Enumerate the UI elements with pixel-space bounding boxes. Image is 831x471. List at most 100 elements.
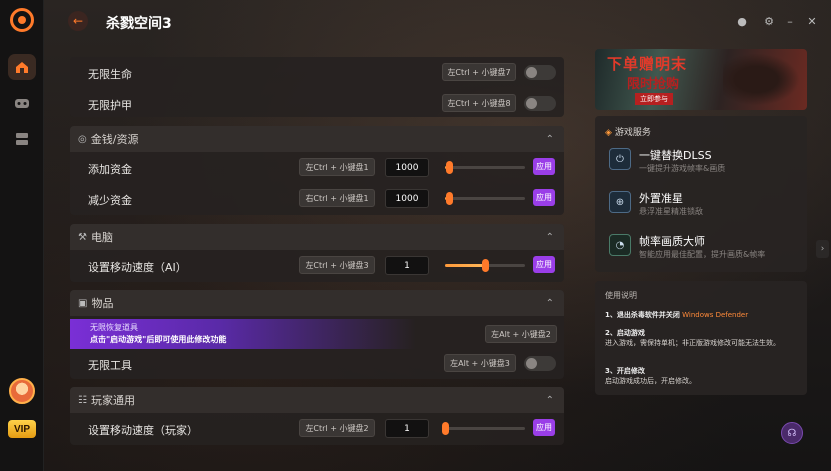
cheat-row-infinite-tools: 无限工具 左Alt + 小键盘3 bbox=[70, 348, 564, 379]
section-title: 玩家通用 bbox=[90, 394, 135, 407]
section-title: 电脑 bbox=[90, 231, 113, 244]
slider-handle[interactable] bbox=[446, 192, 453, 205]
home-icon[interactable] bbox=[8, 54, 36, 80]
section-title: 物品 bbox=[91, 297, 114, 310]
service-item-dlss[interactable]: ⏻ 一键替换DLSS 一键提升游戏帧率&画质 bbox=[609, 146, 799, 180]
section-header[interactable]: ⚒ 电脑 ⌃ bbox=[70, 224, 564, 250]
services-title: ◈ 游戏服务 bbox=[605, 125, 651, 138]
back-button[interactable]: ← bbox=[68, 11, 88, 31]
section-title: 金钱/资源 bbox=[90, 133, 139, 146]
value-input[interactable]: 1000 bbox=[385, 158, 429, 177]
close-icon[interactable]: ✕ bbox=[805, 14, 819, 28]
toggle-switch[interactable] bbox=[524, 65, 556, 80]
step-title: 2、启动游戏 bbox=[605, 329, 645, 337]
value-input[interactable]: 1000 bbox=[385, 189, 429, 208]
value-slider[interactable] bbox=[445, 259, 525, 272]
step-text: 进入游戏，需保持单机；非正版游戏修改可能无法生效。 bbox=[605, 339, 780, 347]
cheat-row-player-speed: 设置移动速度（玩家） 左Ctrl + 小键盘2 1 应用 bbox=[70, 413, 564, 444]
instruction-step-2: 2、启动游戏 进入游戏，需保持单机；非正版游戏修改可能无法生效。 bbox=[605, 328, 801, 348]
section-header[interactable]: ▣ 物品 ⌃ bbox=[70, 290, 564, 316]
value-input[interactable]: 1 bbox=[385, 256, 429, 275]
arrow-left-icon: ← bbox=[72, 14, 84, 28]
section-money: ◎ 金钱/资源 ⌃ 添加资金 左Ctrl + 小键盘1 1000 应用 减少资金… bbox=[70, 126, 564, 215]
step-title: 3、开启修改 bbox=[605, 367, 645, 375]
chevron-up-icon[interactable]: ⌃ bbox=[546, 232, 554, 243]
chevron-up-icon[interactable]: ⌃ bbox=[546, 134, 554, 145]
apply-button[interactable]: 应用 bbox=[533, 189, 555, 206]
service-name: 外置准星 bbox=[639, 192, 683, 205]
service-name: 一键替换DLSS bbox=[639, 149, 712, 162]
hotkey-badge[interactable]: 左Ctrl + 小键盘3 bbox=[299, 256, 375, 274]
vip-badge[interactable]: VIP bbox=[8, 420, 36, 438]
value-slider[interactable] bbox=[442, 422, 525, 435]
storage-icon[interactable] bbox=[8, 126, 36, 152]
chevron-up-icon[interactable]: ⌃ bbox=[546, 395, 554, 406]
hotkey-badge[interactable]: 左Alt + 小键盘3 bbox=[444, 354, 516, 372]
promo-banner[interactable]: 下单赠明末 限时抢购 立即参与 bbox=[595, 49, 807, 110]
crosshair-icon: ⊕ bbox=[609, 191, 631, 213]
settings-icon[interactable]: ⚙ bbox=[762, 14, 776, 28]
cheat-row-ai-speed: 设置移动速度（AI） 左Ctrl + 小键盘3 1 应用 bbox=[70, 250, 564, 281]
cheat-row-infinite-life: 无限生命 左Ctrl + 小键盘7 bbox=[70, 57, 564, 88]
games-icon[interactable] bbox=[8, 90, 36, 116]
hotkey-badge[interactable]: 左Ctrl + 小键盘2 bbox=[299, 419, 375, 437]
instruction-step-3: 3、开启修改 启动游戏成功后，开启修改。 bbox=[605, 366, 801, 386]
section-header[interactable]: ◎ 金钱/资源 ⌃ bbox=[70, 126, 564, 152]
value-input[interactable]: 1 bbox=[385, 419, 429, 438]
cheat-label: 无限护甲 bbox=[88, 99, 132, 112]
apply-button[interactable]: 应用 bbox=[533, 419, 555, 436]
cheat-row-infinite-armor: 无限护甲 左Ctrl + 小键盘8 bbox=[70, 88, 564, 119]
chevron-right-icon[interactable]: › bbox=[816, 240, 829, 258]
locked-cheat-banner: 无限恢复道具 点击"启动游戏"后即可使用此修改功能 左Alt + 小键盘2 bbox=[70, 319, 564, 349]
chevron-up-icon[interactable]: ⌃ bbox=[546, 298, 554, 309]
cheat-panel-top: 无限生命 左Ctrl + 小键盘7 无限护甲 左Ctrl + 小键盘8 bbox=[70, 57, 564, 117]
service-item-framerate[interactable]: ◔ 帧率画质大师 智能应用最佳配置，提升画质&帧率 bbox=[609, 232, 799, 266]
services-title-text: 游戏服务 bbox=[614, 128, 651, 138]
slider-handle[interactable] bbox=[442, 422, 449, 435]
banner-cheat-label: 无限恢复道具 bbox=[90, 323, 138, 332]
cheat-label: 添加资金 bbox=[88, 163, 132, 176]
service-item-crosshair[interactable]: ⊕ 外置准星 悬浮准星精准锁敌 bbox=[609, 189, 799, 223]
cheat-row-add-money: 添加资金 左Ctrl + 小键盘1 1000 应用 bbox=[70, 152, 564, 183]
service-desc: 一键提升游戏帧率&画质 bbox=[639, 164, 726, 173]
step-highlight: Windows Defender bbox=[682, 311, 749, 319]
avatar[interactable] bbox=[9, 378, 35, 404]
value-slider[interactable] bbox=[445, 161, 525, 174]
cheat-label: 减少资金 bbox=[88, 194, 132, 207]
service-desc: 智能应用最佳配置，提升画质&帧率 bbox=[639, 250, 766, 259]
toggle-switch[interactable] bbox=[524, 356, 556, 371]
gauge-icon: ◔ bbox=[609, 234, 631, 256]
item-box-icon: ▣ bbox=[78, 297, 88, 309]
hotkey-badge[interactable]: 左Ctrl + 小键盘7 bbox=[442, 63, 516, 81]
cheat-label: 设置移动速度（玩家） bbox=[88, 424, 198, 437]
headset-icon[interactable]: ☊ bbox=[781, 422, 803, 444]
value-slider[interactable] bbox=[445, 192, 525, 205]
section-items: ▣ 物品 ⌃ 无限恢复道具 点击"启动游戏"后即可使用此修改功能 左Alt + … bbox=[70, 290, 564, 379]
record-icon[interactable]: ● bbox=[735, 14, 749, 28]
toggle-switch[interactable] bbox=[524, 96, 556, 111]
apply-button[interactable]: 应用 bbox=[533, 256, 555, 273]
hotkey-badge[interactable]: 左Ctrl + 小键盘1 bbox=[299, 158, 375, 176]
slider-handle[interactable] bbox=[446, 161, 453, 174]
section-computer: ⚒ 电脑 ⌃ 设置移动速度（AI） 左Ctrl + 小键盘3 1 应用 bbox=[70, 224, 564, 282]
computer-icon: ⚒ bbox=[78, 231, 87, 243]
hotkey-badge[interactable]: 左Alt + 小键盘2 bbox=[485, 325, 557, 343]
instruction-step-1: 1、退出杀毒软件并关闭 Windows Defender bbox=[605, 310, 801, 320]
banner-notice: 点击"启动游戏"后即可使用此修改功能 bbox=[90, 335, 227, 344]
hotkey-badge[interactable]: 左Ctrl + 小键盘8 bbox=[442, 94, 516, 112]
cheat-row-reduce-money: 减少资金 右Ctrl + 小键盘1 1000 应用 bbox=[70, 183, 564, 214]
step-text: 启动游戏成功后，开启修改。 bbox=[605, 377, 696, 385]
cheat-label: 无限工具 bbox=[88, 359, 132, 372]
promo-character-image bbox=[723, 49, 807, 110]
power-icon: ⏻ bbox=[609, 148, 631, 170]
promo-cta[interactable]: 立即参与 bbox=[635, 93, 673, 105]
cheat-label: 无限生命 bbox=[88, 68, 132, 81]
section-header[interactable]: ☷ 玩家通用 ⌃ bbox=[70, 387, 564, 413]
hotkey-badge[interactable]: 右Ctrl + 小键盘1 bbox=[299, 189, 375, 207]
player-icon: ☷ bbox=[78, 394, 87, 406]
minimize-icon[interactable]: – bbox=[783, 14, 797, 28]
left-rail: VIP bbox=[0, 0, 44, 471]
promo-subline: 限时抢购 bbox=[627, 77, 680, 92]
apply-button[interactable]: 应用 bbox=[533, 158, 555, 175]
slider-handle[interactable] bbox=[482, 259, 489, 272]
